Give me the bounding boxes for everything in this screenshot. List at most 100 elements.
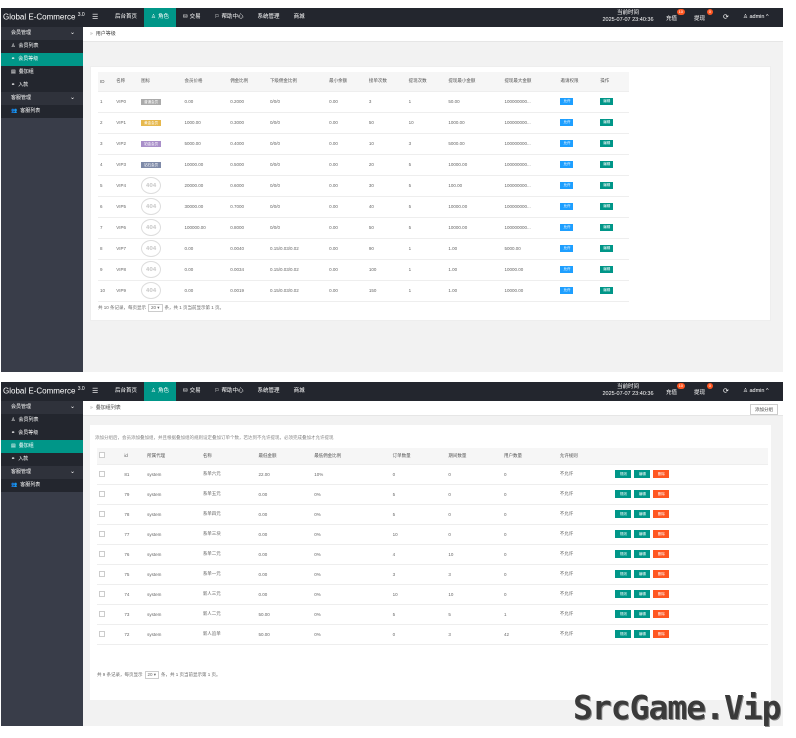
- nav-item-3[interactable]: ⚐ 帮助中心: [208, 8, 251, 27]
- withdraw-link[interactable]: 提现 0: [694, 383, 714, 396]
- sidebar-item-0[interactable]: 会员管理 ⌄: [1, 27, 83, 40]
- invite-toggle-button[interactable]: 允许: [560, 224, 574, 231]
- nav-item-3[interactable]: ⚐ 帮助中心: [208, 382, 251, 401]
- edit-button[interactable]: 编辑: [634, 570, 651, 578]
- rule-button[interactable]: 规则: [615, 590, 632, 598]
- nav-item-4[interactable]: 系统管理: [251, 8, 287, 27]
- row-checkbox[interactable]: [99, 470, 105, 477]
- delete-button[interactable]: 删除: [653, 590, 670, 598]
- edit-button[interactable]: 编辑: [600, 203, 614, 210]
- sidebar-item-2[interactable]: ⚭ 会员等级: [1, 427, 83, 440]
- rule-button[interactable]: 规则: [615, 530, 632, 538]
- brand-logo[interactable]: Global E-Commerce 3.0: [3, 12, 85, 22]
- page-size-select[interactable]: 20 ▾: [148, 304, 163, 312]
- edit-button[interactable]: 编辑: [600, 287, 614, 294]
- menu-toggle-icon[interactable]: ☰: [92, 387, 98, 395]
- sidebar-item-3[interactable]: ▤ 叠加组: [1, 66, 83, 79]
- edit-button[interactable]: 编辑: [634, 610, 651, 618]
- delete-button[interactable]: 删除: [653, 550, 670, 558]
- rule-button[interactable]: 规则: [615, 470, 632, 478]
- rule-button[interactable]: 规则: [615, 550, 632, 558]
- sidebar-item-6[interactable]: 👥 客服列表: [1, 479, 83, 492]
- sidebar-item-1[interactable]: ♙ 会员列表: [1, 414, 83, 427]
- refresh-icon[interactable]: ⟳: [723, 13, 729, 21]
- refresh-icon[interactable]: ⟳: [723, 387, 729, 395]
- table-cell: 编辑: [598, 91, 629, 113]
- row-checkbox[interactable]: [99, 630, 105, 637]
- edit-button[interactable]: 编辑: [634, 510, 651, 518]
- rule-button[interactable]: 规则: [615, 490, 632, 498]
- sidebar-item-5[interactable]: 客服管理 ⌄: [1, 466, 83, 479]
- row-checkbox[interactable]: [99, 590, 105, 597]
- nav-item-5[interactable]: 商城: [287, 382, 312, 401]
- nav-item-4[interactable]: 系统管理: [251, 382, 287, 401]
- edit-button[interactable]: 编辑: [600, 224, 614, 231]
- row-checkbox[interactable]: [99, 570, 105, 577]
- row-checkbox[interactable]: [99, 510, 105, 517]
- sidebar-item-1[interactable]: ♙ 会员列表: [1, 40, 83, 53]
- brand-logo[interactable]: Global E-Commerce 3.0: [3, 386, 85, 396]
- nav-item-1[interactable]: ♙ 角色: [144, 8, 176, 27]
- nav-item-0[interactable]: 后台首页: [108, 382, 144, 401]
- nav-item-5[interactable]: 商城: [287, 8, 312, 27]
- admin-menu[interactable]: ♙ admin ^: [743, 14, 769, 20]
- rule-button[interactable]: 规则: [615, 630, 632, 638]
- invite-toggle-button[interactable]: 允许: [560, 203, 574, 210]
- page-size-select[interactable]: 20 ▾: [144, 671, 160, 679]
- invite-toggle-button[interactable]: 允许: [560, 245, 574, 252]
- delete-button[interactable]: 删除: [653, 470, 670, 478]
- recharge-link[interactable]: 充值 10: [666, 9, 686, 22]
- rule-button[interactable]: 规则: [615, 570, 632, 578]
- invite-toggle-button[interactable]: 允许: [560, 182, 574, 189]
- nav-item-2[interactable]: ⛁ 交易: [176, 8, 208, 27]
- sidebar-item-6[interactable]: 👥 客服列表: [1, 105, 83, 118]
- edit-button[interactable]: 编辑: [634, 490, 651, 498]
- invite-toggle-button[interactable]: 允许: [560, 119, 574, 126]
- edit-button[interactable]: 编辑: [600, 119, 614, 126]
- row-checkbox[interactable]: [99, 490, 105, 497]
- edit-button[interactable]: 编辑: [634, 550, 651, 558]
- nav-item-0[interactable]: 后台首页: [108, 8, 144, 27]
- edit-button[interactable]: 编辑: [634, 630, 651, 638]
- edit-button[interactable]: 编辑: [600, 266, 614, 273]
- select-all-checkbox[interactable]: [99, 452, 105, 459]
- row-checkbox[interactable]: [99, 610, 105, 617]
- menu-toggle-icon[interactable]: ☰: [92, 13, 98, 21]
- row-checkbox[interactable]: [99, 550, 105, 557]
- edit-button[interactable]: 编辑: [634, 530, 651, 538]
- table-cell: 10000.00: [182, 154, 229, 176]
- invite-toggle-button[interactable]: 允许: [560, 266, 574, 273]
- delete-button[interactable]: 删除: [653, 630, 670, 638]
- edit-button[interactable]: 编辑: [600, 245, 614, 252]
- add-group-button[interactable]: 添加分组: [750, 404, 778, 415]
- delete-button[interactable]: 删除: [653, 530, 670, 538]
- edit-button[interactable]: 编辑: [600, 161, 614, 168]
- invite-toggle-button[interactable]: 允许: [560, 98, 574, 105]
- sidebar-item-0[interactable]: 会员管理 ⌄: [1, 401, 83, 414]
- invite-toggle-button[interactable]: 允许: [560, 287, 574, 294]
- sidebar-item-5[interactable]: 客服管理 ⌄: [1, 92, 83, 105]
- sidebar-item-4[interactable]: ⚭ 入款: [1, 79, 83, 92]
- edit-button[interactable]: 编辑: [600, 140, 614, 147]
- withdraw-link[interactable]: 提现 0: [694, 9, 714, 22]
- invite-toggle-button[interactable]: 允许: [560, 161, 574, 168]
- rule-button[interactable]: 规则: [615, 510, 632, 518]
- invite-toggle-button[interactable]: 允许: [560, 140, 574, 147]
- edit-button[interactable]: 编辑: [600, 98, 614, 105]
- recharge-link[interactable]: 充值 10: [666, 383, 686, 396]
- sidebar-item-3[interactable]: ▤ 叠加组: [1, 440, 83, 453]
- delete-button[interactable]: 删除: [653, 510, 670, 518]
- delete-button[interactable]: 删除: [653, 490, 670, 498]
- delete-button[interactable]: 删除: [653, 610, 670, 618]
- rule-button[interactable]: 规则: [615, 610, 632, 618]
- sidebar-item-2[interactable]: ⚭ 会员等级: [1, 53, 83, 66]
- delete-button[interactable]: 删除: [653, 570, 670, 578]
- nav-item-1[interactable]: ♙ 角色: [144, 382, 176, 401]
- edit-button[interactable]: 编辑: [600, 182, 614, 189]
- edit-button[interactable]: 编辑: [634, 470, 651, 478]
- sidebar-item-4[interactable]: ⚭ 入款: [1, 453, 83, 466]
- nav-item-2[interactable]: ⛁ 交易: [176, 382, 208, 401]
- row-checkbox[interactable]: [99, 530, 105, 537]
- admin-menu[interactable]: ♙ admin ^: [743, 388, 769, 394]
- edit-button[interactable]: 编辑: [634, 590, 651, 598]
